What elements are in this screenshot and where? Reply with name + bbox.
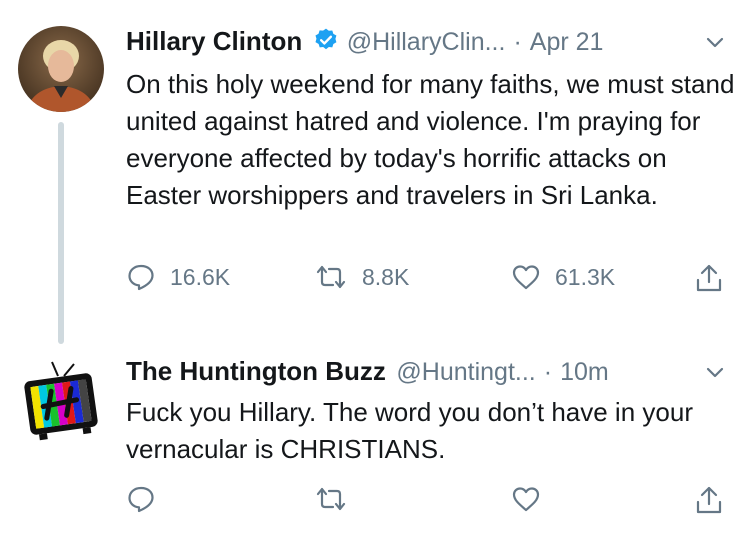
reply-icon bbox=[126, 262, 156, 292]
retweet-icon bbox=[314, 484, 348, 514]
tweet-timestamp[interactable]: 10m bbox=[560, 358, 609, 386]
tweet-timestamp[interactable]: Apr 21 bbox=[530, 28, 604, 56]
avatar-hillary-clinton[interactable] bbox=[18, 26, 104, 112]
reply-icon bbox=[126, 484, 156, 514]
thread-line bbox=[58, 122, 64, 344]
chevron-down-icon[interactable] bbox=[704, 32, 726, 59]
tweet-actions bbox=[126, 484, 746, 524]
tweet-header: The Huntington Buzz @Huntingt... · 10m bbox=[126, 356, 726, 396]
retweet-button[interactable] bbox=[314, 484, 348, 514]
separator-dot: · bbox=[513, 28, 522, 56]
share-icon bbox=[694, 262, 724, 294]
like-button[interactable] bbox=[511, 484, 541, 514]
reply-count: 16.6K bbox=[170, 263, 231, 290]
separator-dot: · bbox=[543, 358, 553, 386]
like-icon bbox=[511, 262, 541, 292]
tweet-2[interactable]: The Huntington Buzz @Huntingt... · 10m Fuc… bbox=[0, 340, 750, 540]
chevron-down-icon[interactable] bbox=[704, 362, 726, 389]
tweet-actions: 16.6K 8.8K 61.3K bbox=[126, 262, 746, 302]
author-name[interactable]: The Huntington Buzz bbox=[126, 356, 386, 386]
like-icon bbox=[511, 484, 541, 514]
author-handle[interactable]: @Huntingt... bbox=[396, 358, 535, 386]
tweet-text: Fuck you Hillary. The word you don’t hav… bbox=[126, 397, 693, 464]
share-button[interactable] bbox=[694, 484, 724, 516]
tweet-text: On this holy weekend for many faiths, we… bbox=[126, 69, 735, 210]
tweet-1[interactable]: Hillary Clinton @HillaryClin... · Apr 21 O… bbox=[0, 0, 750, 344]
author-name[interactable]: Hillary Clinton bbox=[126, 26, 302, 56]
retweet-icon bbox=[314, 262, 348, 292]
tweet-header: Hillary Clinton @HillaryClin... · Apr 21 bbox=[126, 26, 726, 66]
like-count: 61.3K bbox=[555, 263, 616, 290]
retweet-button[interactable]: 8.8K bbox=[314, 262, 409, 292]
share-icon bbox=[694, 484, 724, 516]
verified-badge-icon bbox=[313, 27, 339, 58]
like-button[interactable]: 61.3K bbox=[511, 262, 615, 292]
retweet-count: 8.8K bbox=[362, 263, 410, 290]
avatar-huntington-buzz[interactable] bbox=[18, 356, 104, 442]
author-handle[interactable]: @HillaryClin... bbox=[347, 28, 506, 56]
share-button[interactable] bbox=[694, 262, 724, 294]
reply-button[interactable]: 16.6K bbox=[126, 262, 230, 292]
reply-button[interactable] bbox=[126, 484, 156, 514]
